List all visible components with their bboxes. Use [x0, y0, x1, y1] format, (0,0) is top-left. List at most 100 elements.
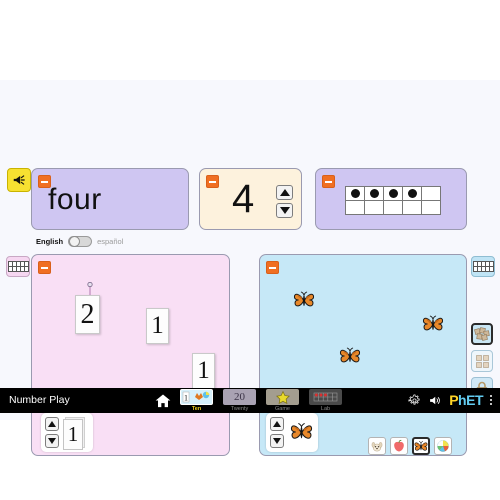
apple-icon: [394, 439, 404, 452]
object-increment-button[interactable]: [270, 417, 284, 431]
ten-frame-collapse-button[interactable]: [322, 175, 335, 188]
screen-tabs: 1 Ten 20 Twenty Game Lab: [180, 389, 342, 413]
app-root: four English español 4 2 1 1 1 Number Pl…: [0, 0, 500, 500]
numeral-text: 4: [232, 177, 255, 221]
card-stack[interactable]: 1: [63, 417, 85, 450]
ten-frame-cell: [422, 187, 440, 200]
svg-text:1: 1: [184, 394, 188, 403]
tab-twenty-label: Twenty: [230, 406, 249, 412]
object-count-stepper: [270, 417, 284, 448]
simulation-viewport: four English español 4 2 1 1 1: [0, 80, 500, 456]
phet-logo[interactable]: PhET: [449, 392, 483, 408]
ten-frame-dot: [407, 189, 417, 198]
grid-icon: [475, 354, 489, 368]
numeral-increment-button[interactable]: [276, 185, 293, 200]
language-label-english: English: [36, 237, 64, 246]
lab-thumbnail-icon: [313, 392, 338, 402]
megaphone-icon: [13, 175, 25, 185]
triangle-up-icon: [48, 421, 56, 427]
language-label-spanish: español: [97, 237, 124, 246]
kebab-menu-button[interactable]: [490, 395, 492, 405]
object-decrement-button[interactable]: [270, 434, 284, 448]
butterfly-object[interactable]: [293, 290, 315, 310]
triangle-down-icon: [273, 438, 281, 444]
tab-twenty-thumbnail: 20: [223, 389, 256, 405]
gear-icon[interactable]: [408, 393, 421, 407]
ten-frame-cell: [403, 187, 421, 200]
tab-ten-label: Ten: [191, 406, 202, 412]
numeral-accordion-box: 4: [199, 168, 302, 230]
ten-frame-dot: [369, 189, 379, 198]
object-kind-dog-button[interactable]: [368, 437, 386, 455]
object-kind-ball-button[interactable]: [434, 437, 452, 455]
kebab-dot: [490, 395, 492, 397]
object-kind-radio-group: [368, 437, 452, 455]
ten-frame-icon: [472, 261, 494, 272]
number-card[interactable]: 1: [146, 308, 169, 344]
language-toggle[interactable]: English español: [36, 236, 123, 247]
card-decrement-button[interactable]: [45, 434, 59, 448]
card-increment-button[interactable]: [45, 417, 59, 431]
ten-frame-dot: [388, 189, 398, 198]
logo-letter-p: P: [449, 392, 459, 408]
home-button[interactable]: [155, 393, 171, 408]
logo-letter-e: E: [466, 392, 475, 408]
cards-collapse-button[interactable]: [38, 261, 51, 274]
ten-frame-cell: [346, 187, 364, 200]
number-word-text: four: [48, 183, 102, 216]
ten-frame-accordion-box: [315, 168, 467, 230]
objects-ten-frame-button[interactable]: [471, 256, 495, 277]
card-stack-front: 1: [63, 419, 83, 450]
numeral-decrement-button[interactable]: [276, 203, 293, 218]
numeral-stepper: [276, 185, 293, 218]
ten-frame-cell: [365, 187, 383, 200]
tab-game[interactable]: Game: [266, 389, 299, 413]
triangle-down-icon: [48, 438, 56, 444]
logo-letter-h: h: [458, 392, 467, 408]
triangle-down-icon: [279, 207, 290, 214]
dog-icon: [371, 442, 383, 452]
object-kind-apple-button[interactable]: [390, 437, 408, 455]
kebab-dot: [490, 399, 492, 401]
butterfly-object[interactable]: [339, 346, 361, 366]
objects-collapse-button[interactable]: [266, 261, 279, 274]
card-count-stepper: [45, 417, 59, 448]
navigation-bar: Number Play 1 Ten 20 Twenty Game Lab PhE…: [0, 388, 500, 413]
object-kind-butterfly-button[interactable]: [412, 437, 430, 455]
tab-lab-label: Lab: [320, 406, 331, 412]
language-switch[interactable]: [68, 236, 93, 247]
organize-objects-button[interactable]: [471, 350, 493, 372]
triangle-up-icon: [279, 189, 290, 196]
tab-ten-thumbnail: 1: [180, 389, 213, 405]
language-switch-knob: [69, 236, 81, 247]
speaker-button[interactable]: [7, 168, 31, 192]
logo-letter-t: T: [474, 392, 484, 408]
scatter-objects-button[interactable]: [471, 323, 493, 345]
ten-frame-cell: [403, 201, 421, 214]
scatter-icon: [474, 327, 490, 341]
butterfly-icon[interactable]: [290, 421, 313, 443]
ten-frame-cell: [384, 187, 402, 200]
word-accordion-box: four: [31, 168, 189, 230]
butterfly-object[interactable]: [422, 314, 444, 334]
numeral-collapse-button[interactable]: [206, 175, 219, 188]
tab-ten[interactable]: 1 Ten: [180, 389, 213, 413]
ten-frame-cell: [365, 201, 383, 214]
star-icon: [275, 390, 290, 404]
card-creator-panel: 1: [41, 413, 93, 452]
sound-icon[interactable]: [428, 394, 442, 407]
number-card[interactable]: 2: [75, 295, 100, 334]
kebab-dot: [490, 403, 492, 405]
ten-frame-cell: [346, 201, 364, 214]
tab-twenty[interactable]: 20 Twenty: [223, 389, 256, 413]
number-card[interactable]: 1: [192, 353, 215, 389]
cards-ten-frame-button[interactable]: [6, 256, 30, 277]
tab-lab-thumbnail: [309, 389, 342, 405]
ten-frame-icon: [7, 261, 29, 272]
tab-lab[interactable]: Lab: [309, 389, 342, 413]
ten-thumbnail-icon: 1: [182, 391, 210, 403]
tab-game-thumbnail: [266, 389, 299, 405]
object-creator-panel: [266, 413, 318, 452]
ten-frame-grid: [345, 186, 441, 215]
ball-icon: [437, 440, 449, 452]
